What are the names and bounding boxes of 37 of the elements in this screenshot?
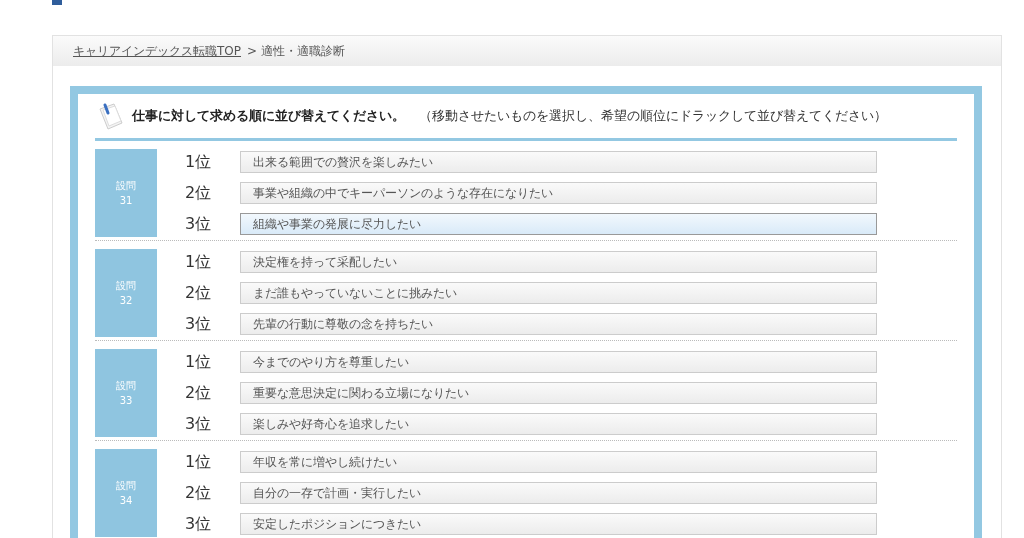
sortable-option[interactable]: まだ誰もやっていないことに挑みたい	[240, 282, 877, 304]
sortable-option[interactable]: 安定したポジションにつきたい	[240, 513, 877, 535]
rank-label: 2位	[185, 482, 213, 504]
logo-icon	[52, 0, 62, 5]
breadcrumb-current: > 適性・適職診断	[247, 42, 345, 60]
sortable-option[interactable]: 自分の一存で計画・実行したい	[240, 482, 877, 504]
question-label: 設問	[116, 379, 136, 393]
breadcrumb-link[interactable]: キャリアインデックス転職TOP	[73, 42, 241, 60]
rank-label: 3位	[185, 513, 213, 535]
instruction-note: （移動させたいものを選択し、希望の順位にドラックして並び替えてください）	[419, 107, 887, 125]
question-label: 設問	[116, 479, 136, 493]
rank-label: 1位	[185, 451, 213, 473]
question-number: 31	[119, 194, 133, 208]
rank-label: 2位	[185, 182, 213, 204]
sortable-option[interactable]: 出来る範囲での贅沢を楽しみたい	[240, 151, 877, 173]
rank-label: 1位	[185, 151, 213, 173]
rank-label: 1位	[185, 251, 213, 273]
rank-label: 3位	[185, 213, 213, 235]
question-label: 設問	[116, 179, 136, 193]
question-label: 設問	[116, 279, 136, 293]
rank-label: 3位	[185, 313, 213, 335]
sortable-option[interactable]: 楽しみや好奇心を追求したい	[240, 413, 877, 435]
question-number: 33	[119, 394, 133, 408]
rank-label: 2位	[185, 282, 213, 304]
sortable-option[interactable]: 重要な意思決定に関わる立場になりたい	[240, 382, 877, 404]
sortable-option[interactable]: 今までのやり方を尊重したい	[240, 351, 877, 373]
instruction-title: 仕事に対して求める順に並び替えてください。	[132, 107, 405, 125]
rank-label: 1位	[185, 351, 213, 373]
sortable-option[interactable]: 先輩の行動に尊敬の念を持ちたい	[240, 313, 877, 335]
sortable-option[interactable]: 組織や事業の発展に尽力したい	[240, 213, 877, 235]
sortable-option[interactable]: 年収を常に増やし続けたい	[240, 451, 877, 473]
sortable-option[interactable]: 事業や組織の中でキーパーソンのような存在になりたい	[240, 182, 877, 204]
rank-label: 2位	[185, 382, 213, 404]
question-number: 32	[119, 294, 133, 308]
question-number: 34	[119, 494, 133, 508]
sortable-option[interactable]: 決定権を持って采配したい	[240, 251, 877, 273]
rank-label: 3位	[185, 413, 213, 435]
